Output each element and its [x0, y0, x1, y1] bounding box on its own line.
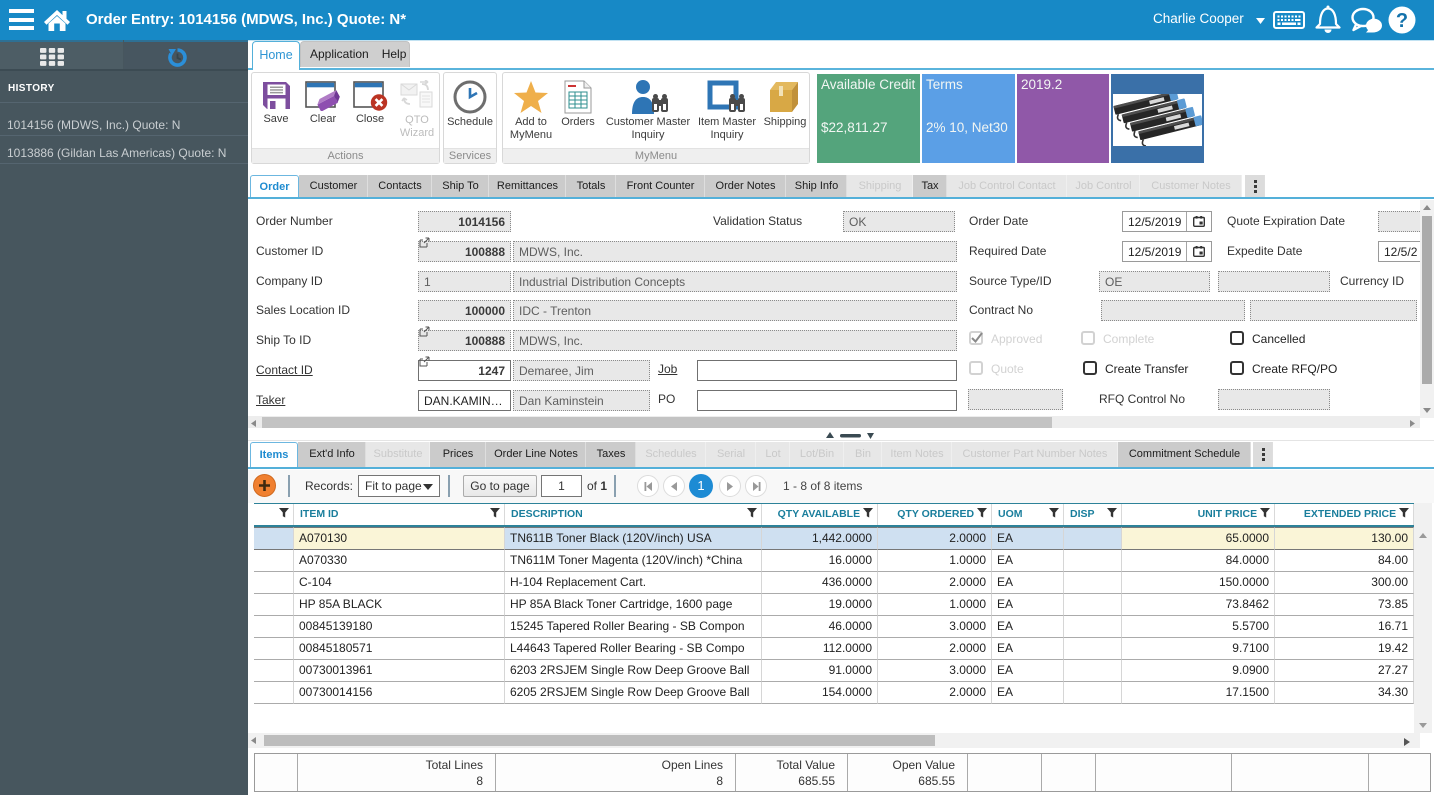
svg-text:?: ?: [1396, 10, 1408, 32]
